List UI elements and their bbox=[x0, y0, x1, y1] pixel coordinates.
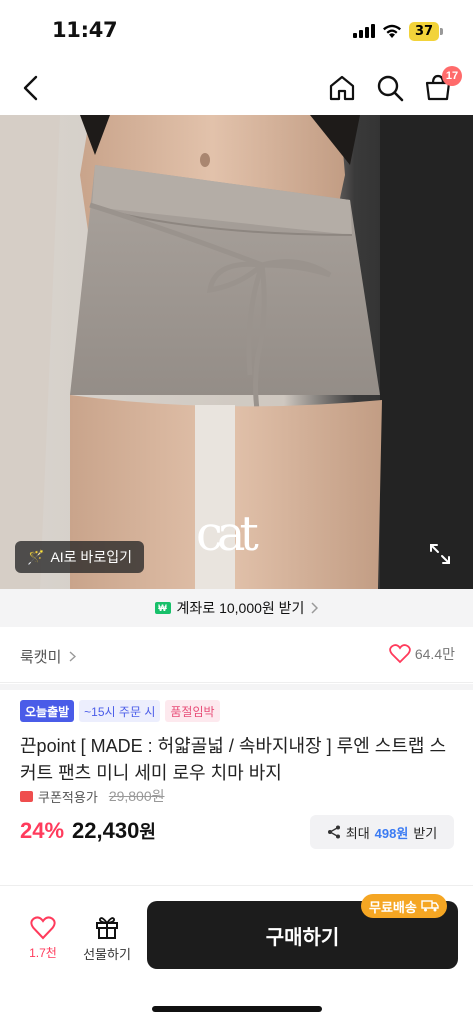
reward-prefix: 최대 bbox=[345, 825, 370, 841]
status-time: 11:47 bbox=[52, 18, 118, 42]
ai-try-on-button[interactable]: 🪄 AI로 바로입기 bbox=[15, 541, 144, 573]
truck-icon bbox=[421, 900, 439, 912]
discount-rate: 24% bbox=[20, 818, 65, 843]
bottom-action-bar: 1.7천 선물하기 구매하기 무료배송 bbox=[0, 885, 473, 1024]
wifi-icon bbox=[383, 24, 401, 38]
order-cutoff-badge: ~15시 주문 시 bbox=[79, 700, 161, 722]
gift-icon bbox=[96, 917, 118, 939]
store-like-count: 64.4만 bbox=[414, 646, 455, 662]
badge-list: 오늘출발 ~15시 주문 시 품절임박 bbox=[20, 700, 220, 722]
heart-icon bbox=[389, 644, 411, 664]
cashback-banner[interactable]: ₩ 계좌로 10,000원 받기 bbox=[0, 589, 473, 627]
currency-unit: 원 bbox=[139, 822, 156, 842]
battery-icon: 37 bbox=[409, 21, 443, 41]
gift-button[interactable]: 선물하기 bbox=[78, 914, 136, 963]
share-reward-button[interactable]: 최대 498원 받기 bbox=[310, 815, 454, 849]
store-name: 룩캣미 bbox=[20, 649, 62, 666]
expand-icon[interactable] bbox=[428, 542, 452, 566]
original-price: 29,800원 bbox=[108, 788, 165, 804]
same-day-badge: 오늘출발 bbox=[20, 700, 75, 722]
section-divider bbox=[0, 684, 473, 690]
free-shipping-label: 무료배송 bbox=[369, 899, 417, 915]
low-stock-badge: 품절임박 bbox=[165, 700, 220, 722]
back-icon[interactable] bbox=[14, 70, 50, 106]
home-icon[interactable] bbox=[324, 70, 360, 106]
cashback-text: 계좌로 10,000원 받기 bbox=[176, 600, 305, 616]
magic-wand-icon: 🪄 bbox=[27, 548, 45, 565]
share-icon bbox=[327, 825, 340, 839]
status-icons: 37 bbox=[353, 21, 443, 41]
chevron-right-icon bbox=[311, 602, 319, 614]
heart-icon bbox=[30, 916, 56, 940]
chevron-right-icon bbox=[69, 651, 77, 662]
coupon-icon bbox=[20, 790, 33, 802]
store-row: 룩캣미 64.4만 bbox=[0, 627, 473, 683]
coupon-row: 쿠폰적용가 29,800원 bbox=[20, 786, 165, 806]
search-icon[interactable] bbox=[372, 70, 408, 106]
free-shipping-badge: 무료배송 bbox=[361, 894, 447, 918]
like-count: 1.7천 bbox=[29, 946, 57, 960]
cart-count-badge: 17 bbox=[442, 66, 462, 86]
like-button[interactable]: 1.7천 bbox=[20, 916, 66, 961]
won-icon: ₩ bbox=[154, 602, 171, 614]
price-row: 24% 22,430원 bbox=[20, 818, 156, 844]
product-title: 끈point [ MADE : 허얇골넓 / 속바지내장 ] 루엔 스트랩 스커… bbox=[20, 736, 447, 783]
sale-price: 22,430 bbox=[72, 818, 140, 843]
store-like-button[interactable]: 64.4만 bbox=[389, 644, 455, 664]
status-bar: 11:47 37 bbox=[0, 0, 473, 62]
home-indicator bbox=[152, 1006, 322, 1012]
reward-suffix: 받기 bbox=[413, 825, 438, 841]
store-link[interactable]: 룩캣미 bbox=[20, 646, 77, 667]
gift-label: 선물하기 bbox=[83, 947, 131, 962]
ai-try-on-label: AI로 바로입기 bbox=[50, 549, 132, 565]
reward-amount: 498원 bbox=[374, 825, 409, 841]
signal-icon bbox=[353, 24, 375, 38]
brand-watermark: cat bbox=[196, 506, 259, 562]
coupon-label: 쿠폰적용가 bbox=[38, 789, 98, 805]
battery-level: 37 bbox=[409, 21, 439, 41]
nav-bar bbox=[0, 62, 473, 114]
